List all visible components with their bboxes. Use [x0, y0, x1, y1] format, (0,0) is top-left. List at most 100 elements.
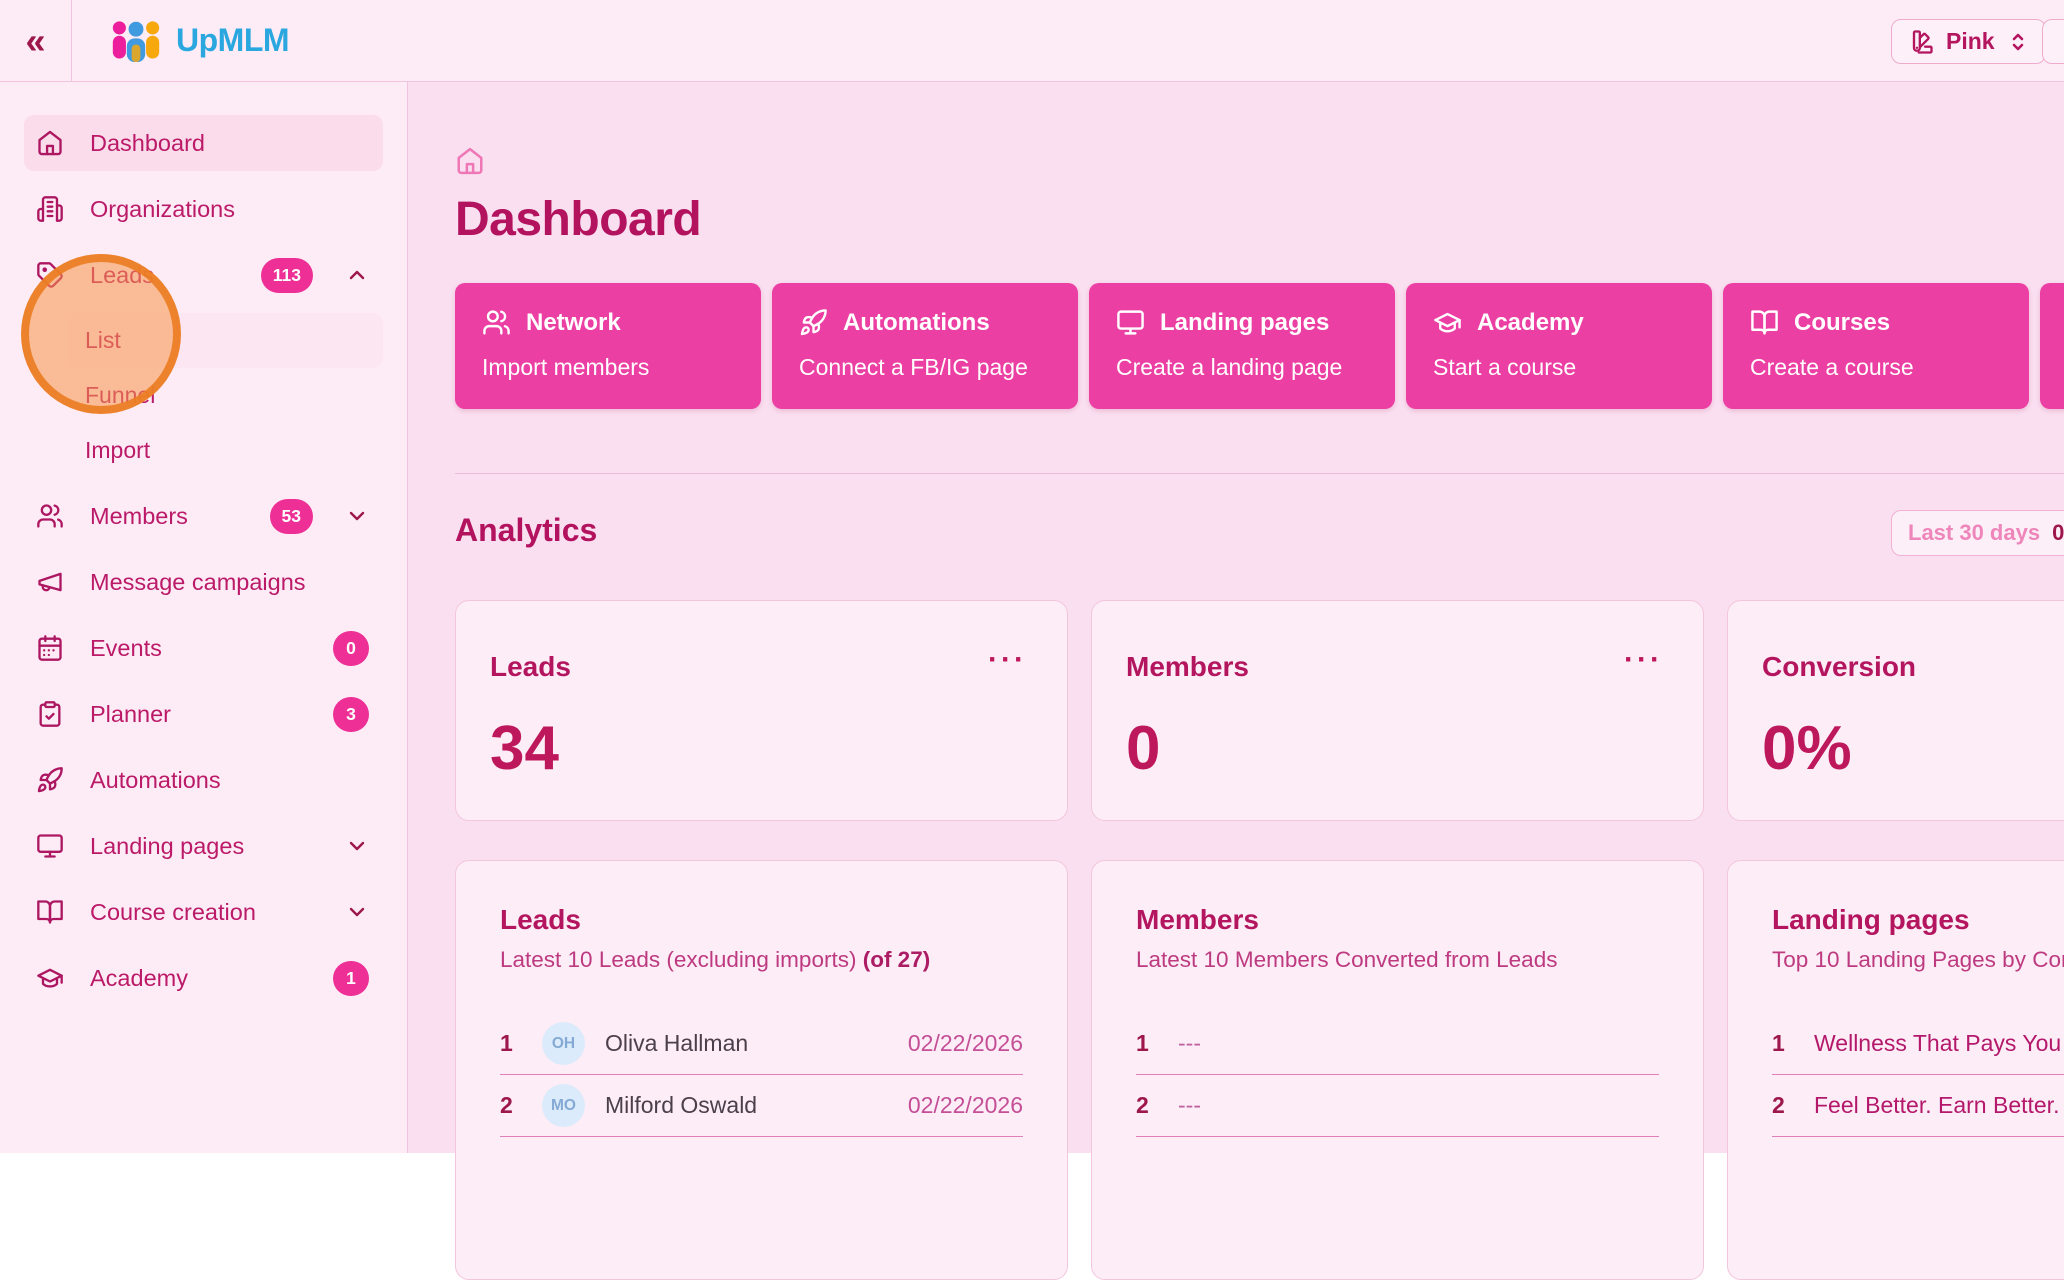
sidebar-subitem-label: List — [85, 327, 121, 353]
row-number: 1 — [500, 1030, 513, 1056]
landing-page-row[interactable]: 1 Wellness That Pays You Back — [1772, 1013, 2064, 1075]
sidebar-subitem-label: Import — [85, 437, 151, 463]
leads-count-badge: 113 — [260, 257, 313, 293]
list-card-leads: Leads Latest 10 Leads (excluding imports… — [455, 860, 1068, 1280]
ellipsis-menu-icon[interactable]: ··· — [988, 645, 1027, 675]
quick-action-subtitle: Connect a FB/IG page — [799, 354, 1028, 380]
chevron-down-icon — [349, 841, 365, 851]
stats-row: Leads ··· 34 Members ··· 0 Conversion ··… — [455, 600, 2064, 821]
sidebar-subitem-list[interactable]: List — [67, 313, 383, 368]
lists-row: Leads Latest 10 Leads (excluding imports… — [455, 860, 2064, 1280]
sidebar-subitem-import[interactable]: Import — [67, 423, 383, 478]
quick-action-title: Landing pages — [1160, 308, 1330, 336]
member-row[interactable]: 2 --- — [1136, 1075, 1659, 1137]
quick-action-network[interactable]: Network Import members — [455, 283, 761, 409]
sidebar: Dashboard Organizations Leads 113 List F… — [0, 82, 408, 1153]
sidebar-item-label: Course creation — [90, 898, 256, 925]
sidebar-item-events[interactable]: Events 0 — [24, 620, 383, 676]
date-range-selector[interactable]: Last 30 days 01/2 — [1891, 510, 2064, 556]
sidebar-item-label: Events — [90, 634, 162, 661]
sidebar-item-label: Academy — [90, 964, 188, 991]
landing-page-name: Feel Better. Earn Better. — [1814, 1092, 2060, 1118]
home-icon — [38, 130, 62, 156]
theme-selector[interactable]: Pink — [1891, 19, 2046, 64]
brand-name: UpMLM — [176, 22, 290, 58]
avatar: MO — [542, 1084, 585, 1127]
sidebar-item-label: Landing pages — [90, 832, 245, 859]
rocket-icon — [800, 309, 827, 336]
sidebar-item-organizations[interactable]: Organizations — [24, 181, 383, 237]
quick-action-landing-pages[interactable]: Landing pages Create a landing page — [1089, 283, 1395, 409]
graduation-cap-icon — [37, 968, 63, 988]
quick-action-title: Network — [526, 308, 621, 336]
date-range-value: 01/2 — [2052, 520, 2064, 545]
quick-actions-row: Network Import members Automations Conne… — [455, 283, 2064, 409]
topbar-extra-button[interactable] — [2042, 19, 2064, 64]
sidebar-item-label: Leads — [90, 261, 155, 288]
chevron-down-icon — [349, 907, 365, 917]
events-count-badge: 0 — [333, 630, 369, 666]
lead-date: 02/22/2026 — [907, 1030, 1023, 1056]
quick-action-title: Academy — [1477, 308, 1584, 336]
row-number: 2 — [1136, 1092, 1149, 1118]
sidebar-item-planner[interactable]: Planner 3 — [24, 686, 383, 742]
quick-action-automations[interactable]: Automations Connect a FB/IG page — [772, 283, 1078, 409]
megaphone-icon — [38, 572, 62, 592]
stat-title: Conversion — [1762, 651, 1917, 682]
topbar: « UpMLM Pink — [0, 0, 2064, 82]
quick-action-clipped[interactable] — [2040, 283, 2064, 409]
sidebar-item-label: Dashboard — [90, 129, 205, 156]
member-row[interactable]: 1 --- — [1136, 1013, 1659, 1075]
clipboard-check-icon — [39, 701, 61, 727]
date-range-label: Last 30 days — [1908, 520, 2041, 545]
graduation-cap-icon — [1434, 312, 1461, 333]
stat-title: Members — [1126, 651, 1249, 682]
sidebar-item-dashboard[interactable]: Dashboard — [24, 115, 383, 171]
sidebar-subitem-funnel[interactable]: Funnel — [67, 368, 383, 423]
lead-row[interactable]: 1 OH Oliva Hallman 02/22/2026 — [500, 1013, 1023, 1075]
monitor-icon — [1117, 310, 1144, 335]
stat-value: 34 — [490, 714, 559, 783]
quick-action-title: Courses — [1794, 308, 1891, 336]
sidebar-item-leads[interactable]: Leads 113 — [24, 247, 383, 303]
quick-action-subtitle: Start a course — [1433, 354, 1577, 380]
quick-action-title: Automations — [843, 308, 990, 336]
leads-submenu: List Funnel Import — [67, 313, 383, 478]
theme-selector-label: Pink — [1946, 28, 1995, 54]
row-number: 1 — [1136, 1030, 1149, 1056]
main-content: Dashboard Network Import members Automat… — [408, 82, 2064, 1280]
stat-title: Leads — [490, 651, 571, 682]
chevrons-up-down-icon — [2012, 33, 2023, 50]
brand-logo[interactable]: UpMLM — [72, 18, 290, 64]
ellipsis-menu-icon[interactable]: ··· — [1624, 645, 1663, 675]
quick-action-courses[interactable]: Courses Create a course — [1723, 283, 2029, 409]
sidebar-item-label: Planner — [90, 700, 171, 727]
list-card-members: Members Latest 10 Members Converted from… — [1091, 860, 1704, 1280]
sidebar-item-message-campaigns[interactable]: Message campaigns — [24, 554, 383, 610]
landing-page-name: Wellness That Pays You Back — [1814, 1030, 2064, 1056]
users-icon — [37, 504, 63, 528]
sidebar-item-course-creation[interactable]: Course creation — [24, 884, 383, 940]
list-subtitle: Latest 10 Members Converted from Leads — [1136, 947, 1558, 972]
sidebar-item-landing-pages[interactable]: Landing pages — [24, 818, 383, 874]
list-card-landing-pages: Landing pages Top 10 Landing Pages by Co… — [1727, 860, 2064, 1280]
sidebar-item-members[interactable]: Members 53 — [24, 488, 383, 544]
landing-page-row[interactable]: 2 Feel Better. Earn Better. — [1772, 1075, 2064, 1137]
stat-value: 0% — [1762, 714, 1852, 783]
row-number: 2 — [500, 1092, 513, 1118]
sidebar-collapse-button[interactable]: « — [0, 0, 72, 81]
list-subtitle: Latest 10 Leads (excluding imports) (of … — [500, 947, 931, 972]
sidebar-item-label: Organizations — [90, 195, 235, 222]
lead-row[interactable]: 2 MO Milford Oswald 02/22/2026 — [500, 1075, 1023, 1137]
member-name: --- — [1178, 1092, 1201, 1118]
breadcrumb-home-icon[interactable] — [455, 146, 485, 176]
sidebar-item-automations[interactable]: Automations — [24, 752, 383, 808]
quick-action-subtitle: Create a course — [1750, 354, 1914, 380]
row-number: 1 — [1772, 1030, 1785, 1056]
lead-name: Milford Oswald — [605, 1092, 758, 1118]
swatch-book-icon — [1912, 29, 1933, 54]
stat-value: 0 — [1126, 714, 1161, 783]
sidebar-item-academy[interactable]: Academy 1 — [24, 950, 383, 1006]
book-open-icon — [1751, 310, 1778, 335]
quick-action-academy[interactable]: Academy Start a course — [1406, 283, 1712, 409]
